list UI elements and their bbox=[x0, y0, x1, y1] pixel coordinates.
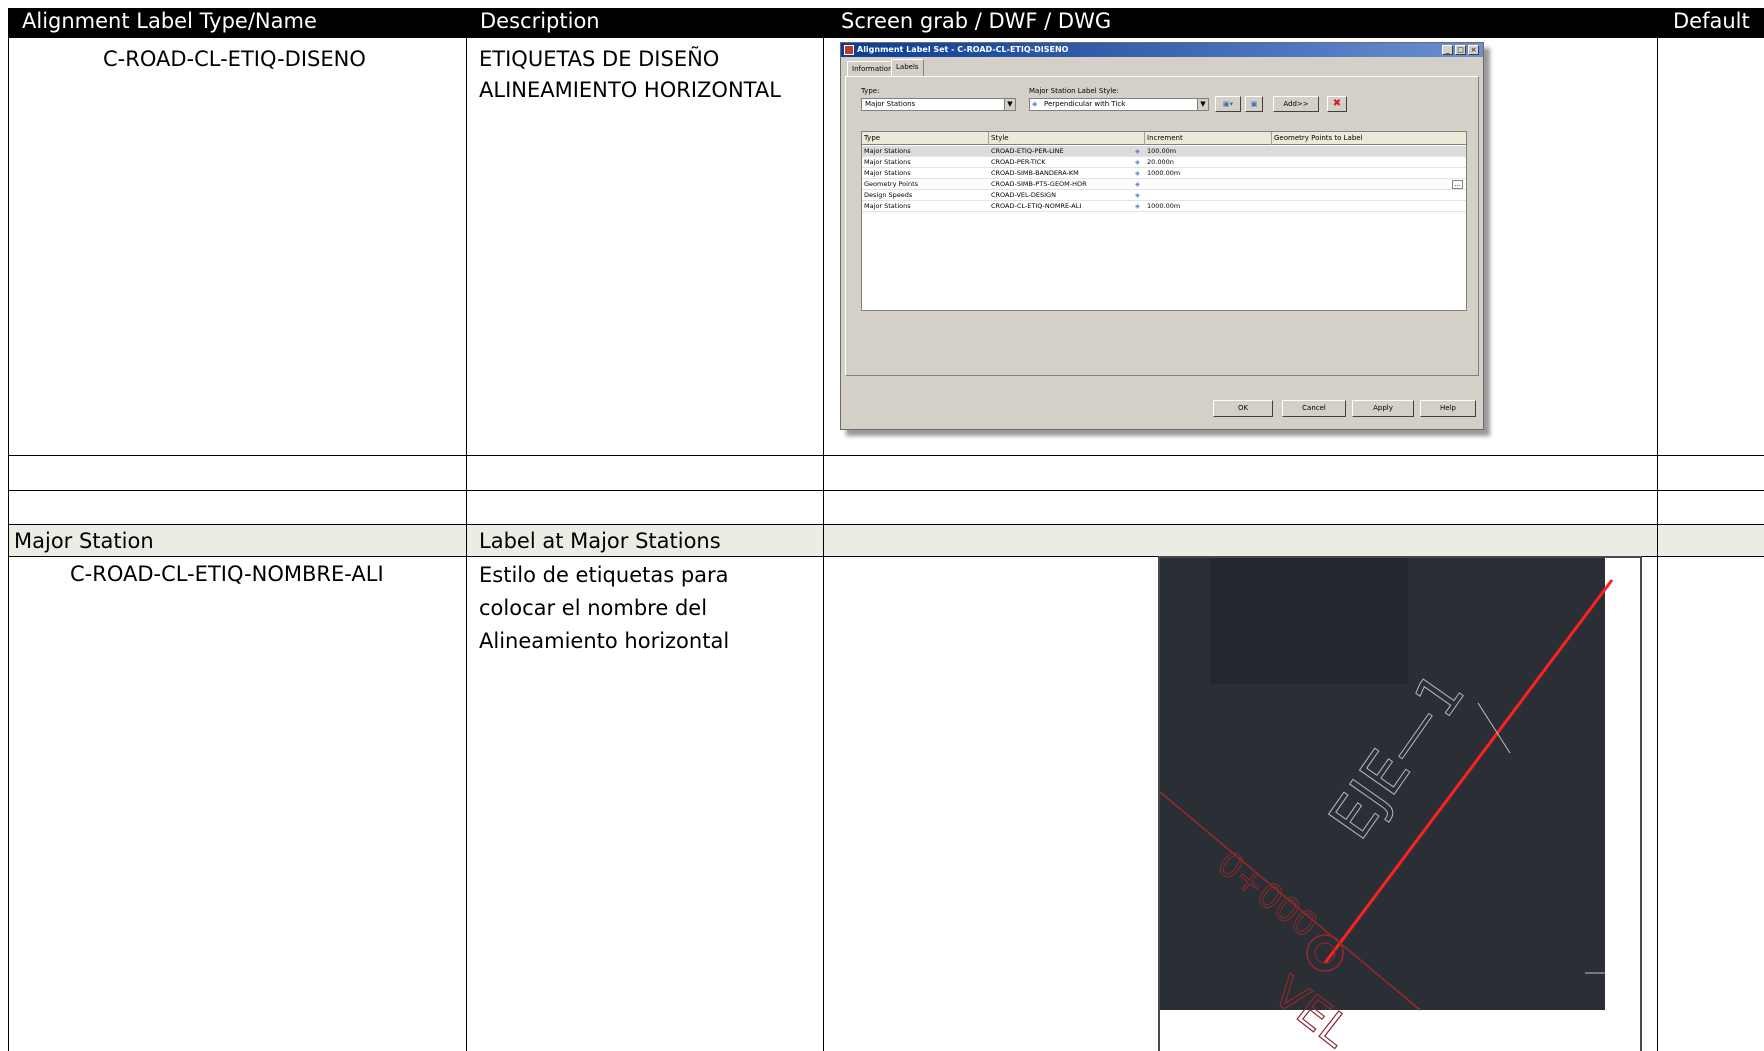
col-geometry-points[interactable]: Geometry Points to Label bbox=[1272, 132, 1399, 145]
alignment-label-set-dialog: Alignment Label Set - C-ROAD-CL-ETIQ-DIS… bbox=[840, 42, 1484, 430]
row-style: CROAD-SIMB-BANDERA-KM bbox=[991, 169, 1079, 177]
col-style[interactable]: Style bbox=[989, 132, 1145, 145]
row-style: CROAD-CL-ETIQ-NOMRE-ALI bbox=[991, 202, 1082, 210]
edit-style-icon[interactable]: ▣▾ bbox=[1215, 96, 1241, 112]
close-icon[interactable]: × bbox=[1468, 45, 1479, 55]
col-type[interactable]: Type bbox=[862, 132, 989, 145]
row-type: Design Speeds bbox=[864, 191, 913, 199]
row2-description-line1: Estilo de etiquetas para bbox=[479, 563, 729, 587]
tab-labels[interactable]: Labels bbox=[891, 59, 924, 76]
row-style: CROAD-VEL-DESIGN bbox=[991, 191, 1056, 199]
table-header: Alignment Label Type/Name Description Sc… bbox=[8, 8, 1764, 38]
type-label: Type: bbox=[861, 87, 880, 95]
col-increment[interactable]: Increment bbox=[1145, 132, 1272, 145]
row1-description-line1: ETIQUETAS DE DISEÑO bbox=[479, 47, 720, 71]
section-label-description: Label at Major Stations bbox=[479, 529, 721, 553]
increment-icon: ◈ bbox=[1135, 202, 1140, 210]
maximize-icon[interactable]: □ bbox=[1455, 45, 1466, 55]
type-combo[interactable]: Major Stations ▼ bbox=[861, 98, 1016, 111]
style-combo[interactable]: ◈ Perpendicular with Tick ▼ bbox=[1029, 98, 1209, 111]
row2-label-name: C-ROAD-CL-ETIQ-NOMBRE-ALI bbox=[70, 562, 384, 586]
header-default: Default bbox=[1673, 9, 1750, 33]
row1-label-name: C-ROAD-CL-ETIQ-DISENO bbox=[103, 47, 366, 71]
chevron-down-icon[interactable]: ▼ bbox=[1004, 99, 1015, 110]
apply-button[interactable]: Apply bbox=[1352, 400, 1414, 417]
dialog-title-bar: Alignment Label Set - C-ROAD-CL-ETIQ-DIS… bbox=[841, 43, 1483, 57]
help-button[interactable]: Help bbox=[1420, 400, 1476, 417]
section-label-type: Major Station bbox=[14, 529, 154, 553]
row-increment: 1000.00m bbox=[1147, 169, 1181, 177]
row-type: Major Stations bbox=[864, 202, 911, 210]
labels-grid: Type Style Increment Geometry Points to … bbox=[861, 131, 1467, 311]
increment-icon: ◈ bbox=[1135, 191, 1140, 199]
table-row[interactable]: Geometry Points CROAD-SIMB-PTS-GEOM-HOR … bbox=[862, 179, 1466, 190]
cad-shaded-block bbox=[1210, 558, 1408, 684]
row-increment: 20.000n bbox=[1147, 158, 1174, 166]
row-increment: 1000.00m bbox=[1147, 202, 1181, 210]
style-combo-value: Perpendicular with Tick bbox=[1044, 100, 1126, 108]
cad-drawing: EJE—1 0+000 VEL bbox=[1159, 558, 1614, 1051]
row-style: CROAD-ETIQ-PER-LINE bbox=[991, 147, 1064, 155]
grid-line bbox=[823, 38, 824, 1051]
label-style-icon: ◈ bbox=[1032, 100, 1038, 108]
table-row[interactable]: Design Speeds CROAD-VEL-DESIGN ◈ bbox=[862, 190, 1466, 201]
increment-icon: ◈ bbox=[1135, 147, 1140, 155]
preview-style-icon[interactable]: ▣ bbox=[1245, 96, 1263, 112]
section-row-background bbox=[8, 525, 1764, 556]
table-row[interactable]: Major Stations CROAD-PER-TICK ◈ 20.000n bbox=[862, 157, 1466, 168]
type-combo-value: Major Stations bbox=[865, 100, 916, 108]
row1-description-line2: ALINEAMIENTO HORIZONTAL bbox=[479, 78, 781, 102]
chevron-down-icon[interactable]: ▼ bbox=[1197, 99, 1208, 110]
row-type: Geometry Points bbox=[864, 180, 919, 188]
grid-line bbox=[8, 455, 1764, 456]
dialog-title: Alignment Label Set - C-ROAD-CL-ETIQ-DIS… bbox=[857, 45, 1069, 54]
header-type-name: Alignment Label Type/Name bbox=[22, 9, 317, 33]
increment-icon: ◈ bbox=[1135, 169, 1140, 177]
add-button[interactable]: Add>> bbox=[1273, 96, 1319, 112]
ok-button[interactable]: OK bbox=[1213, 400, 1273, 417]
row2-description-line2: colocar el nombre del bbox=[479, 596, 708, 620]
delete-icon[interactable]: ✖ bbox=[1327, 96, 1347, 112]
row-type: Major Stations bbox=[864, 147, 911, 155]
row2-description-line3: Alineamiento horizontal bbox=[479, 629, 730, 653]
row-style: CROAD-PER-TICK bbox=[991, 158, 1046, 166]
table-row[interactable]: Major Stations CROAD-ETIQ-PER-LINE ◈ 100… bbox=[862, 146, 1466, 157]
grid-line bbox=[466, 38, 467, 1051]
table-row[interactable]: Major Stations CROAD-SIMB-BANDERA-KM ◈ 1… bbox=[862, 168, 1466, 179]
grid-line bbox=[8, 38, 9, 1051]
increment-icon: ◈ bbox=[1135, 180, 1140, 188]
ellipsis-button[interactable]: … bbox=[1452, 180, 1463, 189]
header-screen-grab: Screen grab / DWF / DWG bbox=[841, 9, 1112, 33]
grid-line bbox=[8, 524, 1764, 525]
grid-line bbox=[1657, 38, 1658, 1051]
increment-icon: ◈ bbox=[1135, 158, 1140, 166]
header-description: Description bbox=[480, 9, 600, 33]
row-increment: 100.00m bbox=[1147, 147, 1177, 155]
style-label: Major Station Label Style: bbox=[1029, 87, 1119, 95]
row-type: Major Stations bbox=[864, 169, 911, 177]
cad-drawing-frame: EJE—1 0+000 VEL bbox=[1158, 556, 1642, 1051]
table-row[interactable]: Major Stations CROAD-CL-ETIQ-NOMRE-ALI ◈… bbox=[862, 201, 1466, 212]
tab-information[interactable]: Information bbox=[847, 61, 898, 76]
app-icon bbox=[844, 45, 854, 55]
row-type: Major Stations bbox=[864, 158, 911, 166]
minimize-icon[interactable]: _ bbox=[1442, 45, 1453, 55]
grid-header: Type Style Increment Geometry Points to … bbox=[862, 132, 1466, 145]
cancel-button[interactable]: Cancel bbox=[1282, 400, 1346, 417]
grid-line bbox=[8, 490, 1764, 491]
row-style: CROAD-SIMB-PTS-GEOM-HOR bbox=[991, 180, 1087, 188]
